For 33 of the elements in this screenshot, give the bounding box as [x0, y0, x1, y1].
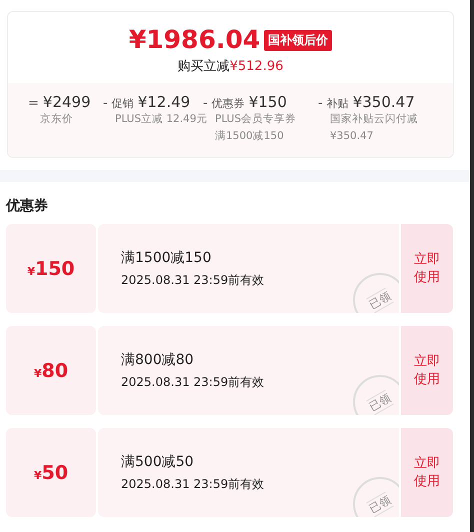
- breakdown-amount: ¥150: [248, 93, 287, 111]
- final-price: ¥1986.04: [128, 24, 260, 56]
- coupon-validity: 2025.08.31 23:59前有效: [121, 272, 266, 289]
- operator-sign: -: [103, 96, 108, 111]
- breakdown-label: 优惠券: [212, 96, 245, 111]
- breakdown-amount: ¥2499: [42, 93, 91, 111]
- coupon-validity: 2025.08.31 23:59前有效: [121, 476, 266, 493]
- breakdown-amount: ¥12.49: [138, 93, 190, 111]
- breakdown-note: ¥350.47: [330, 129, 374, 144]
- coupon-condition: 满800减80: [121, 351, 195, 370]
- section-title: 优惠券: [6, 197, 49, 215]
- breakdown-label: 补贴: [326, 96, 349, 111]
- operator-sign: =: [28, 96, 39, 111]
- operator-sign: -: [318, 96, 323, 111]
- breakdown-note: PLUS会员专享券: [215, 112, 298, 127]
- scrollbar[interactable]: [470, 0, 474, 532]
- coupon-value: ¥50: [34, 462, 68, 484]
- price-badge: 国补领后价: [264, 30, 332, 50]
- use-now-button[interactable]: 立即使用: [401, 326, 453, 415]
- breakdown-label: 促销: [112, 96, 134, 111]
- use-now-button[interactable]: 立即使用: [401, 224, 453, 313]
- operator-sign: -: [203, 96, 208, 111]
- breakdown-amount: ¥350.47: [352, 93, 415, 111]
- breakdown-note: 国家补贴云闪付减: [330, 112, 419, 127]
- coupon-value: ¥80: [34, 360, 68, 382]
- coupon-condition: 满1500减150: [121, 249, 212, 268]
- coupon-validity: 2025.08.31 23:59前有效: [121, 374, 266, 391]
- coupon-value: ¥150: [27, 258, 75, 280]
- saving-text: 购买立减¥512.96: [178, 58, 284, 75]
- breakdown-note: 京东价: [40, 112, 74, 127]
- breakdown-note: 满1500减150: [215, 129, 285, 144]
- coupon-condition: 满500减50: [121, 453, 195, 472]
- use-now-button[interactable]: 立即使用: [401, 428, 453, 517]
